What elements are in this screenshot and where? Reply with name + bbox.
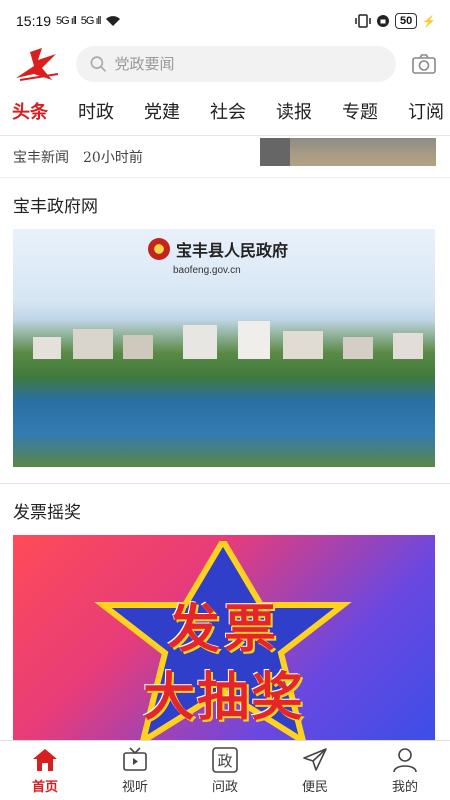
signal-icon: 5G ıll bbox=[56, 15, 77, 27]
send-icon bbox=[303, 747, 327, 771]
svg-text:政: 政 bbox=[217, 752, 232, 770]
charging-icon: ⚡ bbox=[422, 15, 436, 28]
nav-video-label: 视听 bbox=[121, 779, 148, 795]
tab-newspaper[interactable]: 读报 bbox=[276, 94, 312, 128]
section-title-lottery: 发票摇奖 bbox=[13, 503, 81, 523]
bottom-nav: 首页 视听 政 问政 便民 我的 bbox=[0, 740, 450, 800]
nav-video[interactable]: 视听 bbox=[90, 741, 180, 800]
tab-subscribe[interactable]: 订阅 bbox=[408, 94, 444, 128]
news-thumbnail[interactable] bbox=[260, 138, 436, 166]
town-skyline bbox=[33, 321, 423, 359]
clock: 15:19 bbox=[16, 13, 52, 29]
header bbox=[0, 42, 450, 86]
signal-icon-2: 5G ıll bbox=[80, 15, 102, 27]
search-icon bbox=[90, 56, 107, 72]
nav-home-label: 首页 bbox=[31, 779, 58, 795]
tab-party[interactable]: 党建 bbox=[144, 94, 180, 128]
battery-icon: 50 bbox=[395, 13, 418, 29]
gov-banner[interactable]: 宝丰县人民政府 baofeng.gov.cn bbox=[13, 229, 435, 467]
gov-banner-title: 宝丰县人民政府 bbox=[176, 241, 289, 260]
wifi-icon bbox=[106, 16, 121, 26]
zheng-icon: 政 bbox=[212, 746, 238, 773]
search-bar[interactable] bbox=[76, 46, 396, 82]
feed[interactable]: 宝丰新闻 20小时前 宝丰政府网 宝丰县人民政府 baofeng.gov.cn … bbox=[0, 138, 450, 740]
tab-politics[interactable]: 时政 bbox=[78, 94, 114, 128]
tab-society[interactable]: 社会 bbox=[210, 94, 246, 128]
nav-service[interactable]: 便民 bbox=[270, 741, 360, 800]
news-item[interactable]: 宝丰新闻 20小时前 bbox=[0, 138, 450, 178]
nav-home[interactable]: 首页 bbox=[0, 741, 90, 800]
section-title-gov: 宝丰政府网 bbox=[13, 197, 98, 217]
camera-icon[interactable] bbox=[410, 50, 438, 78]
search-input[interactable] bbox=[114, 55, 382, 73]
alarm-icon bbox=[377, 15, 390, 27]
vibrate-icon bbox=[355, 14, 371, 28]
nav-profile-label: 我的 bbox=[391, 779, 418, 795]
app-logo[interactable] bbox=[12, 44, 62, 84]
status-bar: 15:19 5G ıll 5G ıll 50 ⚡ bbox=[0, 0, 450, 42]
lottery-title-line1: 发票 bbox=[167, 599, 280, 660]
home-icon bbox=[33, 748, 57, 771]
nav-inquiry[interactable]: 政 问政 bbox=[180, 741, 270, 800]
tv-icon bbox=[123, 746, 147, 771]
nav-service-label: 便民 bbox=[301, 779, 328, 795]
news-source: 宝丰新闻 bbox=[13, 150, 69, 166]
lottery-title-line2: 大抽奖 bbox=[142, 667, 305, 728]
emblem-icon bbox=[148, 238, 170, 260]
news-time: 20小时前 bbox=[83, 150, 143, 166]
gov-banner-url: baofeng.gov.cn bbox=[173, 265, 241, 276]
tab-headlines[interactable]: 头条 bbox=[12, 94, 48, 128]
nav-profile[interactable]: 我的 bbox=[360, 741, 450, 800]
channel-tabs: 头条 时政 党建 社会 读报 专题 订阅 bbox=[0, 86, 450, 136]
tab-topics[interactable]: 专题 bbox=[342, 94, 378, 128]
user-icon bbox=[393, 747, 417, 772]
lottery-banner[interactable]: 发票 大抽奖 bbox=[13, 535, 435, 740]
nav-inquiry-label: 问政 bbox=[211, 779, 238, 795]
